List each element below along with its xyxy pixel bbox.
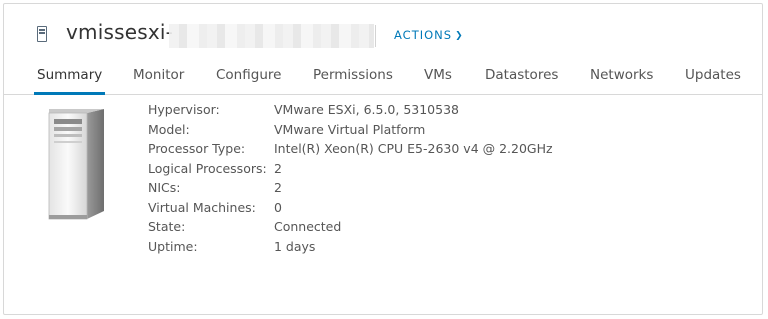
- property-value: VMware Virtual Platform: [274, 121, 426, 137]
- actions-menu-button[interactable]: ACTIONS ❯: [394, 28, 464, 42]
- property-label: Processor Type:: [148, 141, 246, 156]
- property-value: Connected: [274, 219, 342, 234]
- tab-updates[interactable]: Updates: [685, 67, 741, 93]
- page-title: vmissesxi-: [66, 20, 174, 44]
- property-label: NICs:: [148, 180, 181, 195]
- property-value: 2: [274, 160, 282, 176]
- tab-configure[interactable]: Configure: [216, 67, 281, 93]
- property-label: Uptime:: [148, 238, 198, 254]
- property-label: Model:: [148, 121, 190, 137]
- property-label: State:: [148, 219, 186, 234]
- property-label: Logical Processors:: [148, 160, 267, 176]
- tab-networks[interactable]: Networks: [590, 67, 653, 93]
- chevron-down-icon: ❯: [455, 31, 464, 41]
- property-value: 0: [274, 199, 282, 215]
- tab-permissions[interactable]: Permissions: [313, 67, 393, 93]
- tab-monitor[interactable]: Monitor: [133, 67, 184, 93]
- property-label: Virtual Machines:: [148, 199, 256, 215]
- property-value: 1 days: [274, 238, 316, 254]
- host-icon: [37, 26, 47, 42]
- tab-summary[interactable]: Summary: [33, 67, 106, 95]
- redacted-host-suffix: [169, 24, 376, 48]
- tab-bar: Summary Monitor Configure Permissions VM…: [4, 60, 762, 95]
- object-header: vmissesxi- ACTIONS ❯: [4, 4, 762, 60]
- host-summary-panel: vmissesxi- ACTIONS ❯ Summary Monitor Conf…: [3, 3, 763, 315]
- property-value: Intel(R) Xeon(R) CPU E5-2630 v4 @ 2.20GH…: [274, 141, 553, 156]
- tab-vms[interactable]: VMs: [424, 67, 452, 93]
- tab-datastores[interactable]: Datastores: [485, 67, 558, 93]
- actions-label: ACTIONS: [394, 28, 453, 42]
- server-tower-icon: [48, 109, 104, 220]
- property-value: 2: [274, 180, 282, 195]
- property-label: Hypervisor:: [148, 102, 220, 117]
- property-value: VMware ESXi, 6.5.0, 5310538: [274, 102, 459, 117]
